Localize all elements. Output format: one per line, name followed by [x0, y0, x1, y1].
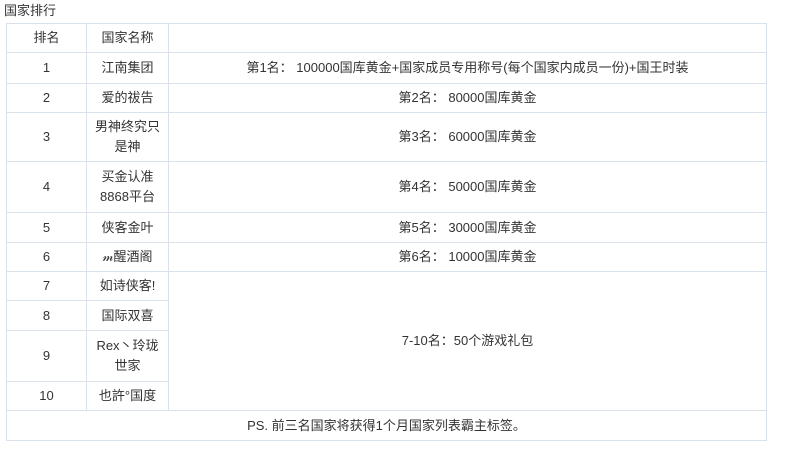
rank-cell: 9 [6, 330, 87, 382]
country-name-cell: 也許°国度 [86, 381, 169, 411]
footnote-cell: PS. 前三名国家将获得1个月国家列表霸主标签。 [6, 410, 767, 441]
country-name-cell: 国际双喜 [86, 300, 169, 331]
rank-cell: 6 [6, 242, 87, 272]
group-reward-cell: 7-10名：50个游戏礼包 [168, 271, 767, 411]
country-name-cell: 买金认准8868平台 [86, 161, 169, 213]
rank-cell: 4 [6, 161, 87, 213]
country-name-cell: 侠客金叶 [86, 212, 169, 243]
reward-cell: 第5名： 30000国库黄金 [168, 212, 767, 243]
rank-cell: 1 [6, 52, 87, 84]
header-reward [168, 23, 767, 53]
table-header-row: 排名 国家名称 [6, 23, 767, 53]
country-name-cell: Rex丶玲珑世家 [86, 330, 169, 382]
country-name-cell: 江南集团 [86, 52, 169, 84]
table-row: 6 𝓂醒酒阁 第6名： 10000国库黄金 [6, 242, 767, 272]
ranking-table: 排名 国家名称 1 江南集团 第1名： 100000国库黄金+国家成员专用称号(… [6, 23, 767, 441]
country-name-cell: 爱的祓告 [86, 83, 169, 113]
table-row: 3 男神终究只是神 第3名： 60000国库黄金 [6, 112, 767, 162]
rank-cell: 10 [6, 381, 87, 411]
reward-cell: 第6名： 10000国库黄金 [168, 242, 767, 272]
reward-cell: 第1名： 100000国库黄金+国家成员专用称号(每个国家内成员一份)+国王时装 [168, 52, 767, 84]
country-name-cell: 如诗侠客! [86, 271, 169, 301]
reward-cell: 第3名： 60000国库黄金 [168, 112, 767, 162]
header-country-name: 国家名称 [86, 23, 169, 53]
rank-cell: 8 [6, 300, 87, 331]
header-rank: 排名 [6, 23, 87, 53]
rank-cell: 5 [6, 212, 87, 243]
table-row: 5 侠客金叶 第5名： 30000国库黄金 [6, 212, 767, 243]
reward-cell: 第2名： 80000国库黄金 [168, 83, 767, 113]
table-row: 7 如诗侠客! 7-10名：50个游戏礼包 [6, 271, 767, 411]
rank-cell: 2 [6, 83, 87, 113]
table-footnote-row: PS. 前三名国家将获得1个月国家列表霸主标签。 [6, 410, 767, 441]
country-name-cell: 𝓂醒酒阁 [86, 242, 169, 272]
reward-cell: 第4名： 50000国库黄金 [168, 161, 767, 213]
rank-cell: 3 [6, 112, 87, 162]
rank-cell: 7 [6, 271, 87, 301]
table-row: 4 买金认准8868平台 第4名： 50000国库黄金 [6, 161, 767, 213]
table-row: 1 江南集团 第1名： 100000国库黄金+国家成员专用称号(每个国家内成员一… [6, 52, 767, 84]
table-row: 2 爱的祓告 第2名： 80000国库黄金 [6, 83, 767, 113]
country-name-cell: 男神终究只是神 [86, 112, 169, 162]
page-title: 国家排行 [4, 3, 57, 18]
